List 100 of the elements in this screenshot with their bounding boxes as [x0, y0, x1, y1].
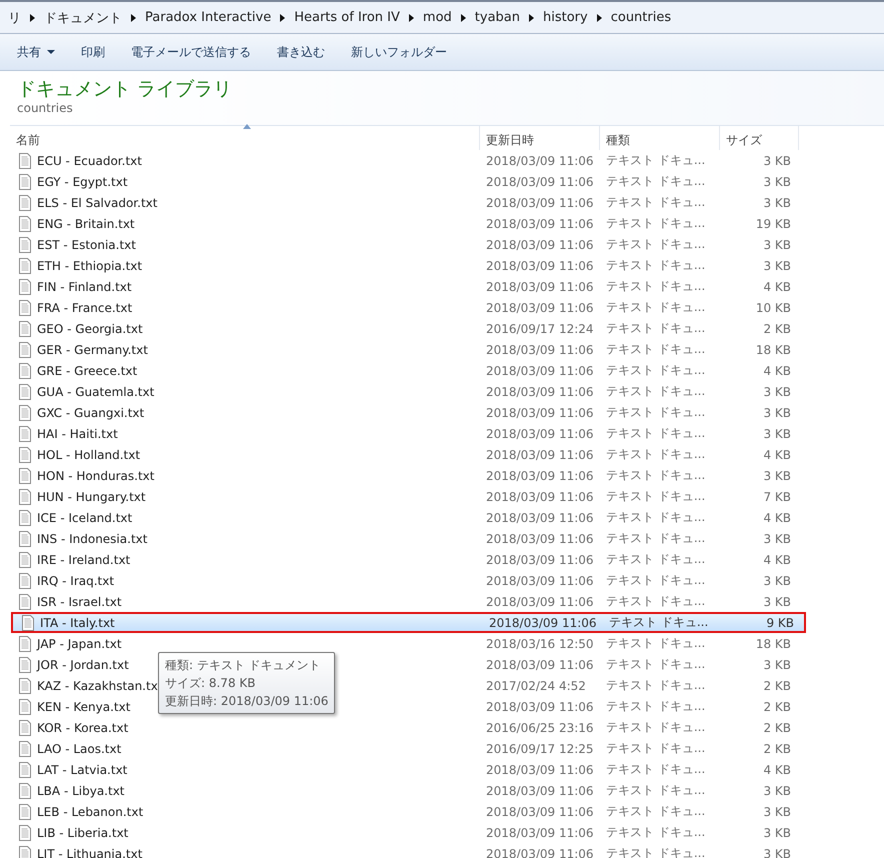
chevron-icon — [529, 14, 534, 22]
modified-date: 2018/03/09 11:06 — [485, 490, 595, 504]
breadcrumb-item[interactable]: tyaban — [468, 10, 526, 25]
column-header[interactable]: 名前 — [10, 126, 480, 150]
file-type: テキスト ドキュ... — [605, 320, 706, 337]
file-name: HAI - Haiti.txt — [37, 426, 118, 440]
file-size: 3 KB — [762, 406, 792, 420]
toolbar-button[interactable]: 書き込む — [266, 40, 336, 64]
file-name: JOR - Jordan.txt — [37, 658, 129, 672]
file-type: テキスト ドキュ... — [605, 803, 706, 820]
modified-date: 2016/09/17 12:24 — [485, 322, 595, 336]
file-name: ETH - Ethiopia.txt — [37, 258, 142, 272]
modified-date: 2018/03/09 11:06 — [485, 342, 595, 356]
text-file-icon — [19, 320, 31, 336]
toolbar-button[interactable]: 印刷 — [70, 40, 116, 64]
file-name: IRQ - Iraq.txt — [37, 574, 114, 588]
file-type: テキスト ドキュ... — [605, 152, 706, 169]
toolbar-button[interactable]: 新しいフォルダー — [340, 40, 458, 64]
file-type: テキスト ドキュ... — [608, 614, 710, 631]
text-file-icon — [19, 152, 31, 168]
library-title: ドキュメント ライブラリ — [17, 77, 234, 101]
file-type: テキスト ドキュ... — [605, 173, 706, 190]
file-size: 3 KB — [762, 174, 792, 188]
text-file-icon — [19, 488, 31, 504]
modified-date: 2018/03/09 11:06 — [485, 552, 595, 566]
file-size: 3 KB — [762, 826, 792, 840]
file-name: HON - Honduras.txt — [37, 468, 154, 482]
file-type: テキスト ドキュ... — [605, 530, 706, 547]
file-type: テキスト ドキュ... — [605, 782, 706, 799]
file-type: テキスト ドキュ... — [605, 761, 706, 778]
modified-date: 2018/03/09 11:06 — [485, 574, 595, 588]
file-size: 2 KB — [762, 742, 792, 756]
file-size: 7 KB — [762, 490, 792, 504]
toolbar-button[interactable]: 電子メールで送信する — [120, 40, 262, 64]
file-name: KAZ - Kazakhstan.tx — [37, 678, 158, 692]
file-type: テキスト ドキュ... — [605, 551, 706, 568]
file-name: KOR - Korea.txt — [37, 720, 128, 734]
modified-date: 2018/03/09 11:06 — [485, 468, 595, 482]
text-file-icon — [19, 216, 31, 232]
file-type: テキスト ドキュ... — [605, 383, 706, 400]
file-name: ELS - El Salvador.txt — [37, 196, 158, 210]
modified-date: 2018/03/09 11:06 — [485, 448, 595, 462]
modified-date: 2018/03/09 11:06 — [485, 658, 595, 672]
text-file-icon — [19, 636, 31, 652]
chevron-icon — [131, 14, 136, 22]
modified-date: 2018/03/09 11:06 — [485, 784, 595, 798]
file-type: テキスト ドキュ... — [605, 278, 706, 295]
chevron-icon — [280, 14, 286, 22]
text-file-icon — [19, 426, 31, 442]
column-header[interactable]: 種類 — [600, 126, 720, 150]
file-type: テキスト ドキュ... — [605, 362, 706, 379]
file-size: 3 KB — [762, 468, 792, 482]
breadcrumb-item[interactable]: ドキュメント — [38, 8, 128, 26]
file-size: 2 KB — [762, 678, 792, 692]
modified-date: 2018/03/09 11:06 — [485, 280, 595, 294]
file-type: テキスト ドキュ... — [605, 215, 706, 232]
file-name: EGY - Egypt.txt — [37, 174, 128, 188]
file-type: テキスト ドキュ... — [605, 446, 706, 463]
file-name: LEB - Lebanon.txt — [37, 804, 144, 818]
breadcrumb-item[interactable]: Hearts of Iron IV — [288, 10, 406, 25]
file-type: テキスト ドキュ... — [605, 572, 706, 589]
file-size: 18 KB — [754, 636, 792, 650]
modified-date: 2018/03/09 11:06 — [485, 384, 595, 398]
modified-date: 2018/03/09 11:06 — [485, 174, 595, 188]
file-name: JAP - Japan.txt — [37, 636, 122, 650]
modified-date: 2018/03/09 11:06 — [485, 510, 595, 524]
file-name: FIN - Finland.txt — [37, 280, 132, 294]
file-type: テキスト ドキュ... — [605, 698, 706, 715]
file-type: テキスト ドキュ... — [605, 740, 706, 757]
text-file-icon — [19, 174, 31, 190]
text-file-icon — [19, 384, 31, 400]
selected-file-row[interactable]: ITA - Italy.txt 2018/03/09 11:06 テキスト ドキュ... 9 KB — [11, 612, 806, 633]
text-file-icon — [19, 824, 31, 840]
modified-date: 2018/03/09 11:06 — [485, 700, 595, 714]
text-file-icon — [19, 698, 31, 714]
file-size: 2 KB — [762, 700, 792, 714]
file-type: テキスト ドキュ... — [605, 341, 706, 358]
file-size: 19 KB — [754, 216, 792, 230]
chevron-icon — [596, 14, 602, 22]
caret-icon — [47, 50, 55, 54]
file-type: テキスト ドキュ... — [605, 236, 706, 253]
folder-subtitle: countries — [17, 101, 74, 115]
column-header[interactable]: 更新日時 — [480, 126, 600, 150]
breadcrumb-item[interactable]: mod — [416, 10, 458, 25]
file-size: 3 KB — [762, 804, 792, 818]
text-file-icon — [19, 552, 31, 568]
column-header[interactable]: サイズ — [720, 126, 799, 150]
breadcrumb-item[interactable]: リ — [2, 8, 27, 26]
file-size: 2 KB — [762, 720, 792, 734]
file-size: 2 KB — [762, 322, 792, 336]
toolbar-button[interactable]: 共有 — [6, 40, 66, 64]
chevron-icon — [460, 14, 466, 22]
chevron-icon — [30, 14, 35, 22]
file-name: LAT - Latvia.txt — [37, 762, 128, 776]
modified-date: 2018/03/09 11:06 — [485, 238, 595, 252]
breadcrumb-item[interactable]: history — [537, 10, 594, 25]
file-type: テキスト ドキュ... — [605, 509, 706, 526]
breadcrumb-item[interactable]: countries — [604, 10, 678, 25]
breadcrumb-item[interactable]: Paradox Interactive — [139, 10, 278, 25]
sort-arrow-icon — [243, 124, 251, 129]
